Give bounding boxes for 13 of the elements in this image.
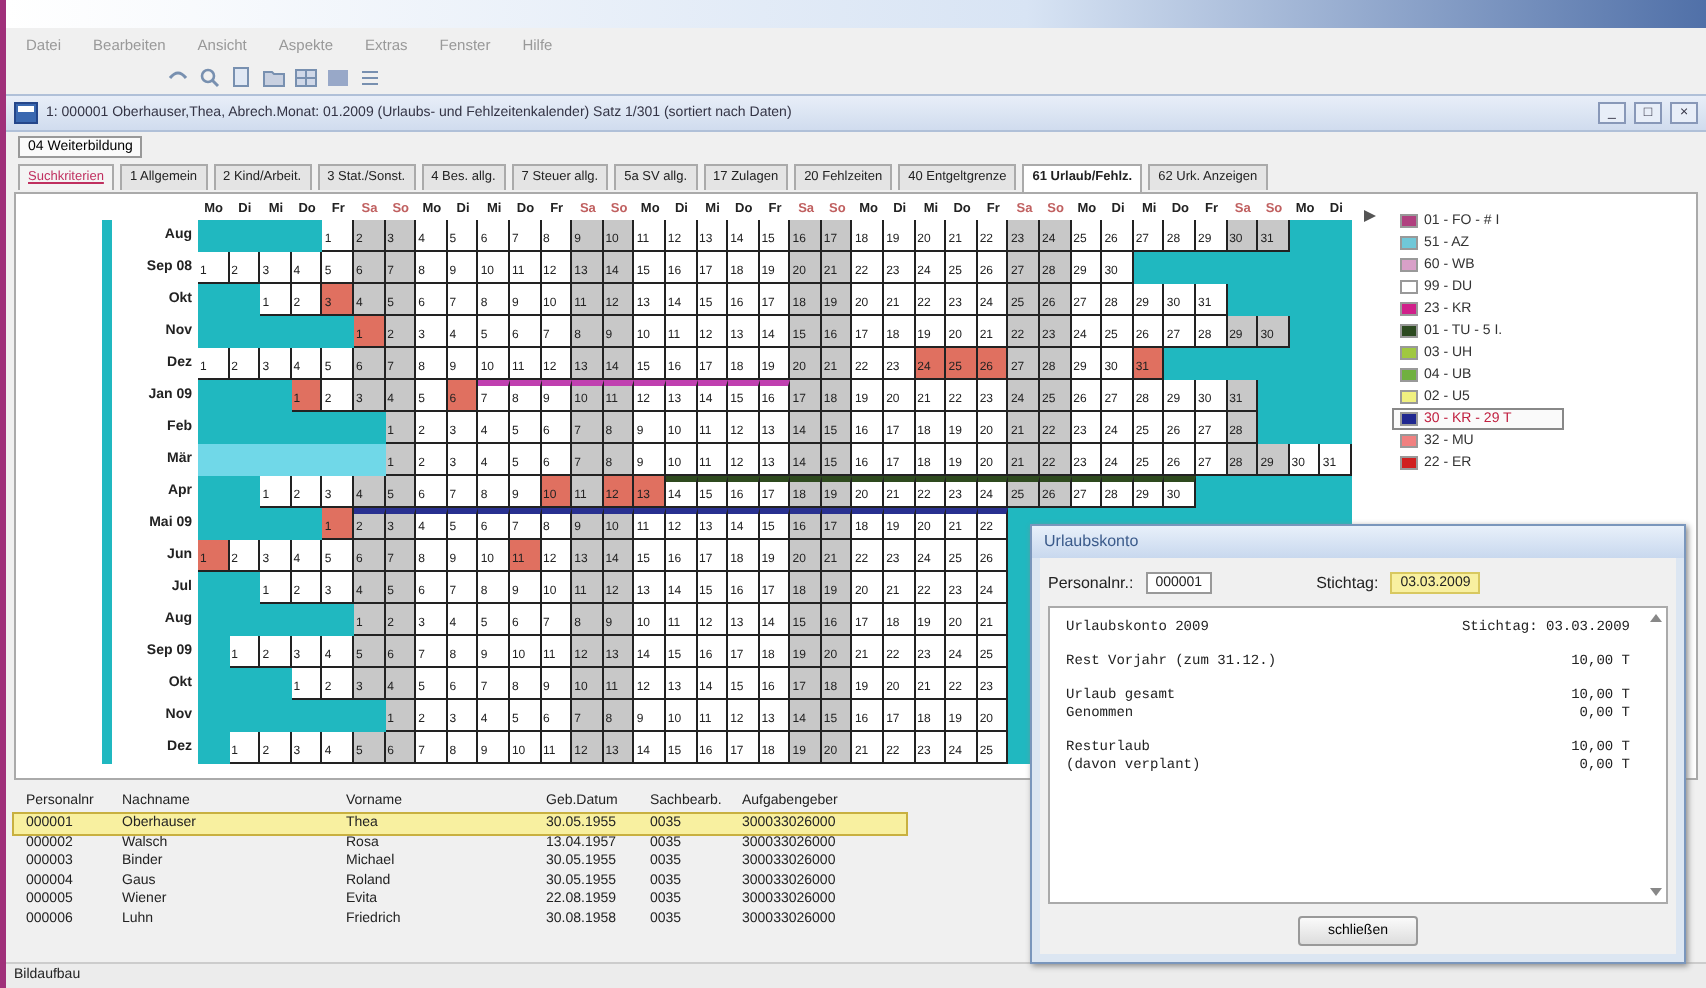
list-icon[interactable] [358,65,382,89]
field-label: Stichtag: [1316,573,1379,591]
arrow-icon [1363,210,1376,222]
form-icon [14,102,38,124]
search-icon[interactable] [198,65,222,89]
grid-icon[interactable] [294,65,318,89]
folder-icon[interactable] [262,65,286,89]
scroll-down-icon[interactable] [1650,888,1662,896]
document-icon[interactable] [230,65,254,89]
table-icon[interactable] [326,65,350,89]
scroll-up-icon[interactable] [1650,614,1662,622]
field-label: Personalnr.: [1048,573,1134,591]
dialog-title: Urlaubskonto [1032,526,1684,558]
